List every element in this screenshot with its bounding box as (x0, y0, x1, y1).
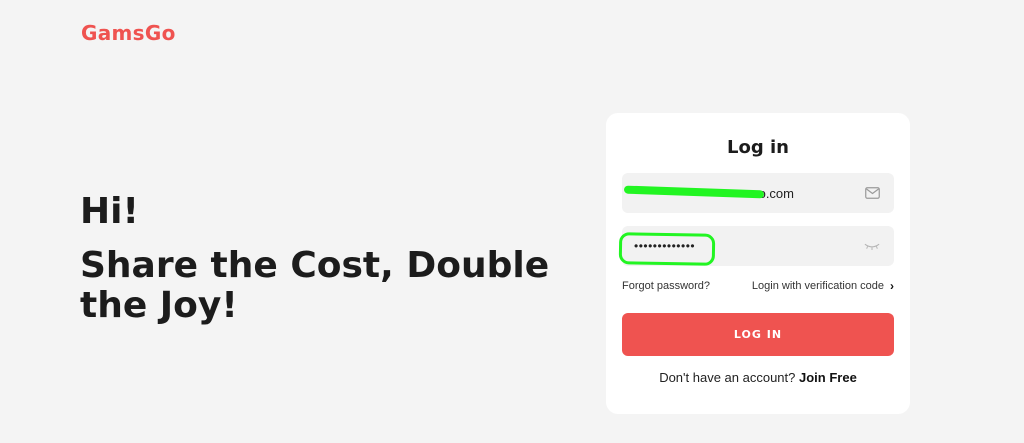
hero-tagline: Share the Cost, Double the Joy! (80, 245, 550, 326)
signup-prompt: Don't have an account? (659, 370, 796, 385)
join-free-link[interactable]: Join Free (799, 370, 857, 385)
forgot-password-link[interactable]: Forgot password? (622, 280, 710, 292)
signup-row: Don't have an account? Join Free (606, 370, 910, 385)
eye-closed-icon[interactable] (864, 238, 880, 254)
brand-logo[interactable]: GamsGo (81, 21, 176, 45)
chevron-right-icon: › (890, 279, 894, 293)
hero-section: Hi! Share the Cost, Double the Joy! (80, 190, 580, 326)
login-card: Log in o.com ••••••••••••• Forgot passwo… (606, 113, 910, 414)
redaction-loop (618, 232, 716, 266)
login-button[interactable]: LOG IN (622, 313, 894, 356)
hero-greeting: Hi! (80, 191, 139, 232)
verification-code-label: Login with verification code (751, 280, 884, 292)
mail-icon (864, 185, 880, 201)
verification-code-link[interactable]: Login with verification code › (752, 279, 894, 293)
auth-links: Forgot password? Login with verification… (622, 279, 894, 293)
login-title: Log in (727, 137, 789, 158)
